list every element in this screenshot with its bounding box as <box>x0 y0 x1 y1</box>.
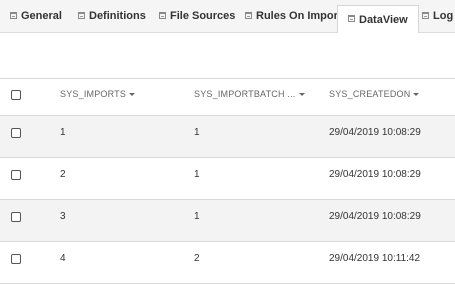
table-row[interactable]: 2 1 29/04/2019 10:08:29 <box>0 158 455 200</box>
column-header-sys-imports[interactable]: SYS_IMPORTS <box>60 89 136 99</box>
cell-sys-createdon: 29/04/2019 10:11:42 <box>329 253 421 264</box>
table-header: SYS_IMPORTS SYS_IMPORTBATCH ... SYS_CREA… <box>0 79 455 116</box>
column-header-sys-importbatch[interactable]: SYS_IMPORTBATCH ... <box>194 89 305 99</box>
table-row[interactable]: 1 1 29/04/2019 10:08:29 <box>0 116 455 158</box>
tab-rules-on-import[interactable]: Rules On Import <box>245 0 342 32</box>
tab-general[interactable]: General <box>10 0 62 32</box>
column-header-label: SYS_IMPORTS <box>60 89 127 99</box>
cell-sys-createdon: 29/04/2019 10:08:29 <box>329 211 421 222</box>
row-checkbox[interactable] <box>11 212 21 222</box>
list-icon <box>348 15 355 22</box>
tab-label: Rules On Import <box>256 10 342 22</box>
tab-log[interactable]: Log <box>422 0 453 32</box>
sort-caret-icon <box>298 93 305 96</box>
row-checkbox[interactable] <box>11 170 21 180</box>
tab-label: General <box>21 10 62 22</box>
list-icon <box>10 11 17 19</box>
sort-caret-icon <box>129 93 136 96</box>
cell-sys-imports: 4 <box>60 253 66 264</box>
cell-sys-imports: 1 <box>60 127 66 138</box>
cell-sys-importbatch: 1 <box>194 169 200 180</box>
tab-dataview[interactable]: DataView <box>337 5 419 33</box>
cell-sys-imports: 3 <box>60 211 66 222</box>
tab-label: Definitions <box>89 10 146 22</box>
tab-bar: General Definitions File Sources Rules O… <box>0 0 455 33</box>
table-row[interactable]: 4 2 29/04/2019 10:11:42 <box>0 242 455 284</box>
cell-sys-importbatch: 2 <box>194 253 200 264</box>
cell-sys-importbatch: 1 <box>194 127 200 138</box>
list-icon <box>78 11 85 19</box>
sort-caret-icon <box>413 93 420 96</box>
row-checkbox[interactable] <box>11 254 21 264</box>
tab-label: DataView <box>359 13 408 26</box>
select-all-checkbox[interactable] <box>11 90 21 100</box>
list-icon <box>159 11 166 19</box>
tab-file-sources[interactable]: File Sources <box>159 0 235 32</box>
table-row[interactable]: 3 1 29/04/2019 10:08:29 <box>0 200 455 242</box>
cell-sys-importbatch: 1 <box>194 211 200 222</box>
cell-sys-createdon: 29/04/2019 10:08:29 <box>329 127 421 138</box>
list-icon <box>245 11 252 19</box>
column-header-label: SYS_IMPORTBATCH ... <box>194 89 296 99</box>
row-checkbox[interactable] <box>11 128 21 138</box>
column-header-sys-createdon[interactable]: SYS_CREATEDON <box>329 89 420 99</box>
column-header-label: SYS_CREATEDON <box>329 89 411 99</box>
list-icon <box>422 11 429 19</box>
cell-sys-createdon: 29/04/2019 10:08:29 <box>329 169 421 180</box>
tab-label: Log <box>433 10 454 22</box>
tab-definitions[interactable]: Definitions <box>78 0 146 32</box>
tab-label: File Sources <box>170 10 236 22</box>
cell-sys-imports: 2 <box>60 169 66 180</box>
